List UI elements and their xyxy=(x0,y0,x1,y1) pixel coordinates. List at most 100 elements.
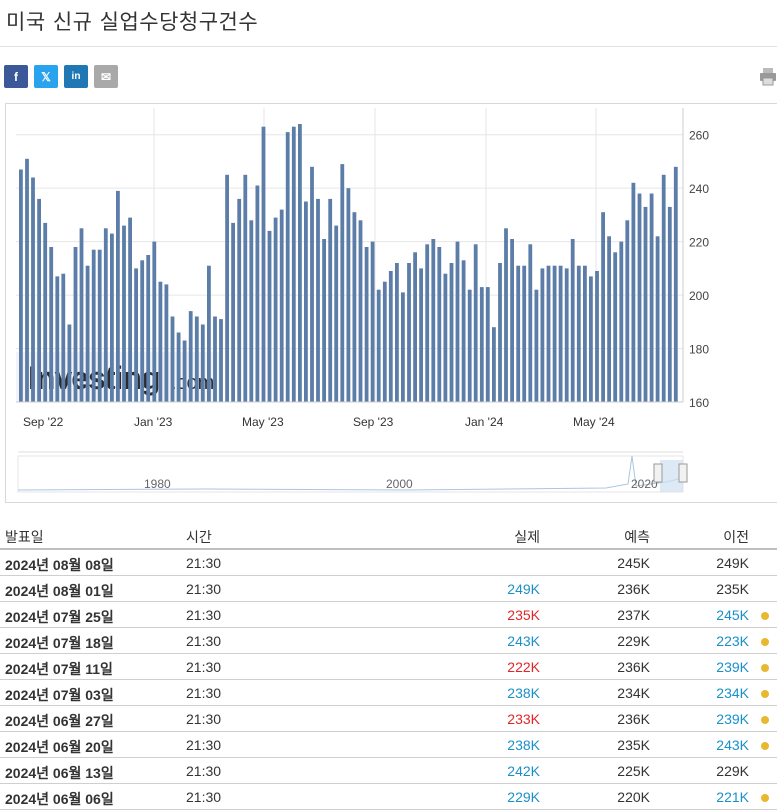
chart-bar[interactable] xyxy=(401,292,405,402)
chart-bar[interactable] xyxy=(219,319,223,402)
revised-dot-icon[interactable] xyxy=(761,664,769,672)
chart-bar[interactable] xyxy=(528,244,533,402)
chart-bar[interactable] xyxy=(291,126,296,402)
chart-bar[interactable] xyxy=(225,174,229,402)
chart-bar[interactable] xyxy=(176,332,181,403)
chart-bar[interactable] xyxy=(346,188,351,402)
chart-bar[interactable] xyxy=(188,311,193,402)
chart-bar[interactable] xyxy=(79,228,84,402)
chart-bar[interactable] xyxy=(255,185,260,403)
facebook-share-button[interactable]: f xyxy=(4,65,28,88)
chart-bar[interactable] xyxy=(570,239,575,402)
chart-bar[interactable] xyxy=(522,265,527,402)
chart-bar[interactable] xyxy=(382,281,387,402)
chart-bar[interactable] xyxy=(43,222,48,402)
revised-dot-icon[interactable] xyxy=(761,794,769,802)
chart-bar[interactable] xyxy=(564,268,569,402)
chart-bar[interactable] xyxy=(413,252,417,402)
chart-bar[interactable] xyxy=(583,265,587,402)
chart-bar[interactable] xyxy=(607,236,611,402)
chart-bar[interactable] xyxy=(625,220,630,402)
chart-bar[interactable] xyxy=(485,287,490,402)
chart-bar[interactable] xyxy=(473,244,478,402)
chart-bar[interactable] xyxy=(116,190,120,402)
chart-bar[interactable] xyxy=(37,198,41,402)
revised-dot-icon[interactable] xyxy=(761,612,769,620)
chart-bar[interactable] xyxy=(576,265,581,402)
chart-bar[interactable] xyxy=(267,230,272,402)
chart-bar[interactable] xyxy=(310,166,314,402)
chart-bar[interactable] xyxy=(146,255,151,402)
chart-bar[interactable] xyxy=(534,289,539,402)
chart-bar[interactable] xyxy=(479,287,484,402)
chart-bar[interactable] xyxy=(443,273,448,402)
chart-bar[interactable] xyxy=(631,182,636,402)
chart-bar[interactable] xyxy=(461,260,466,402)
chart-bar[interactable] xyxy=(388,271,393,402)
chart-bar[interactable] xyxy=(661,174,666,402)
chart-bar[interactable] xyxy=(516,265,521,402)
chart-bar[interactable] xyxy=(407,263,411,402)
revised-dot-icon[interactable] xyxy=(761,690,769,698)
chart-bar[interactable] xyxy=(279,209,284,402)
chart-bar[interactable] xyxy=(328,198,333,402)
chart-bar[interactable] xyxy=(595,271,599,402)
chart-bar[interactable] xyxy=(110,233,114,402)
chart-bar[interactable] xyxy=(231,222,235,402)
chart-bar[interactable] xyxy=(316,198,320,402)
revised-dot-icon[interactable] xyxy=(761,742,769,750)
chart-bar[interactable] xyxy=(540,268,545,402)
chart-bar[interactable] xyxy=(152,241,157,402)
chart-bar[interactable] xyxy=(25,158,29,402)
chart-bar[interactable] xyxy=(182,340,187,403)
chart-bar[interactable] xyxy=(552,265,557,402)
chart-bar[interactable] xyxy=(589,276,593,402)
chart-bar[interactable] xyxy=(140,260,145,402)
chart-bar[interactable] xyxy=(643,206,648,402)
chart-bar[interactable] xyxy=(164,284,169,402)
chart-bar[interactable] xyxy=(425,244,430,402)
chart-bar[interactable] xyxy=(19,169,23,403)
chart-bar[interactable] xyxy=(558,265,563,402)
chart-bar[interactable] xyxy=(170,316,175,403)
claims-bar-chart[interactable]: 160180200220240260Investing .comSep '22 Ja… xyxy=(6,104,777,504)
revised-dot-icon[interactable] xyxy=(761,716,769,724)
chart-bar[interactable] xyxy=(237,198,242,402)
chart-bar[interactable] xyxy=(498,263,502,402)
chart-bar[interactable] xyxy=(67,324,72,403)
chart-bar[interactable] xyxy=(449,263,454,402)
chart-bar[interactable] xyxy=(655,236,660,402)
chart-bar[interactable] xyxy=(376,289,381,402)
revised-dot-icon[interactable] xyxy=(761,638,769,646)
chart-bar[interactable] xyxy=(467,289,472,402)
chart-bar[interactable] xyxy=(285,132,290,402)
chart-bar[interactable] xyxy=(673,166,678,402)
chart-bar[interactable] xyxy=(91,249,96,402)
chart-bar[interactable] xyxy=(419,268,423,402)
chart-bar[interactable] xyxy=(61,273,66,402)
chart-bar[interactable] xyxy=(340,164,345,402)
chart-bar[interactable] xyxy=(667,206,672,402)
chart-bar[interactable] xyxy=(601,212,605,402)
chart-bar[interactable] xyxy=(128,217,132,402)
linkedin-share-button[interactable]: in xyxy=(64,65,88,88)
chart-bar[interactable] xyxy=(97,249,102,402)
chart-bar[interactable] xyxy=(613,252,618,402)
chart-bar[interactable] xyxy=(298,124,302,402)
print-icon[interactable] xyxy=(759,66,777,86)
chart-bar[interactable] xyxy=(619,241,624,402)
navigator-right-handle[interactable] xyxy=(678,463,688,483)
email-share-button[interactable]: ✉ xyxy=(94,65,118,88)
chart-bar[interactable] xyxy=(504,228,508,402)
chart-bar[interactable] xyxy=(273,217,278,402)
chart-bar[interactable] xyxy=(546,265,551,402)
chart-bar[interactable] xyxy=(134,268,138,402)
chart-bar[interactable] xyxy=(492,327,496,402)
chart-bar[interactable] xyxy=(637,193,642,403)
chart-bar[interactable] xyxy=(207,265,211,402)
chart-bar[interactable] xyxy=(73,247,78,402)
twitter-share-button[interactable]: 𝕏 xyxy=(34,65,58,88)
chart-bar[interactable] xyxy=(213,316,217,403)
chart-bar[interactable] xyxy=(322,239,326,402)
chart-bar[interactable] xyxy=(395,263,399,402)
